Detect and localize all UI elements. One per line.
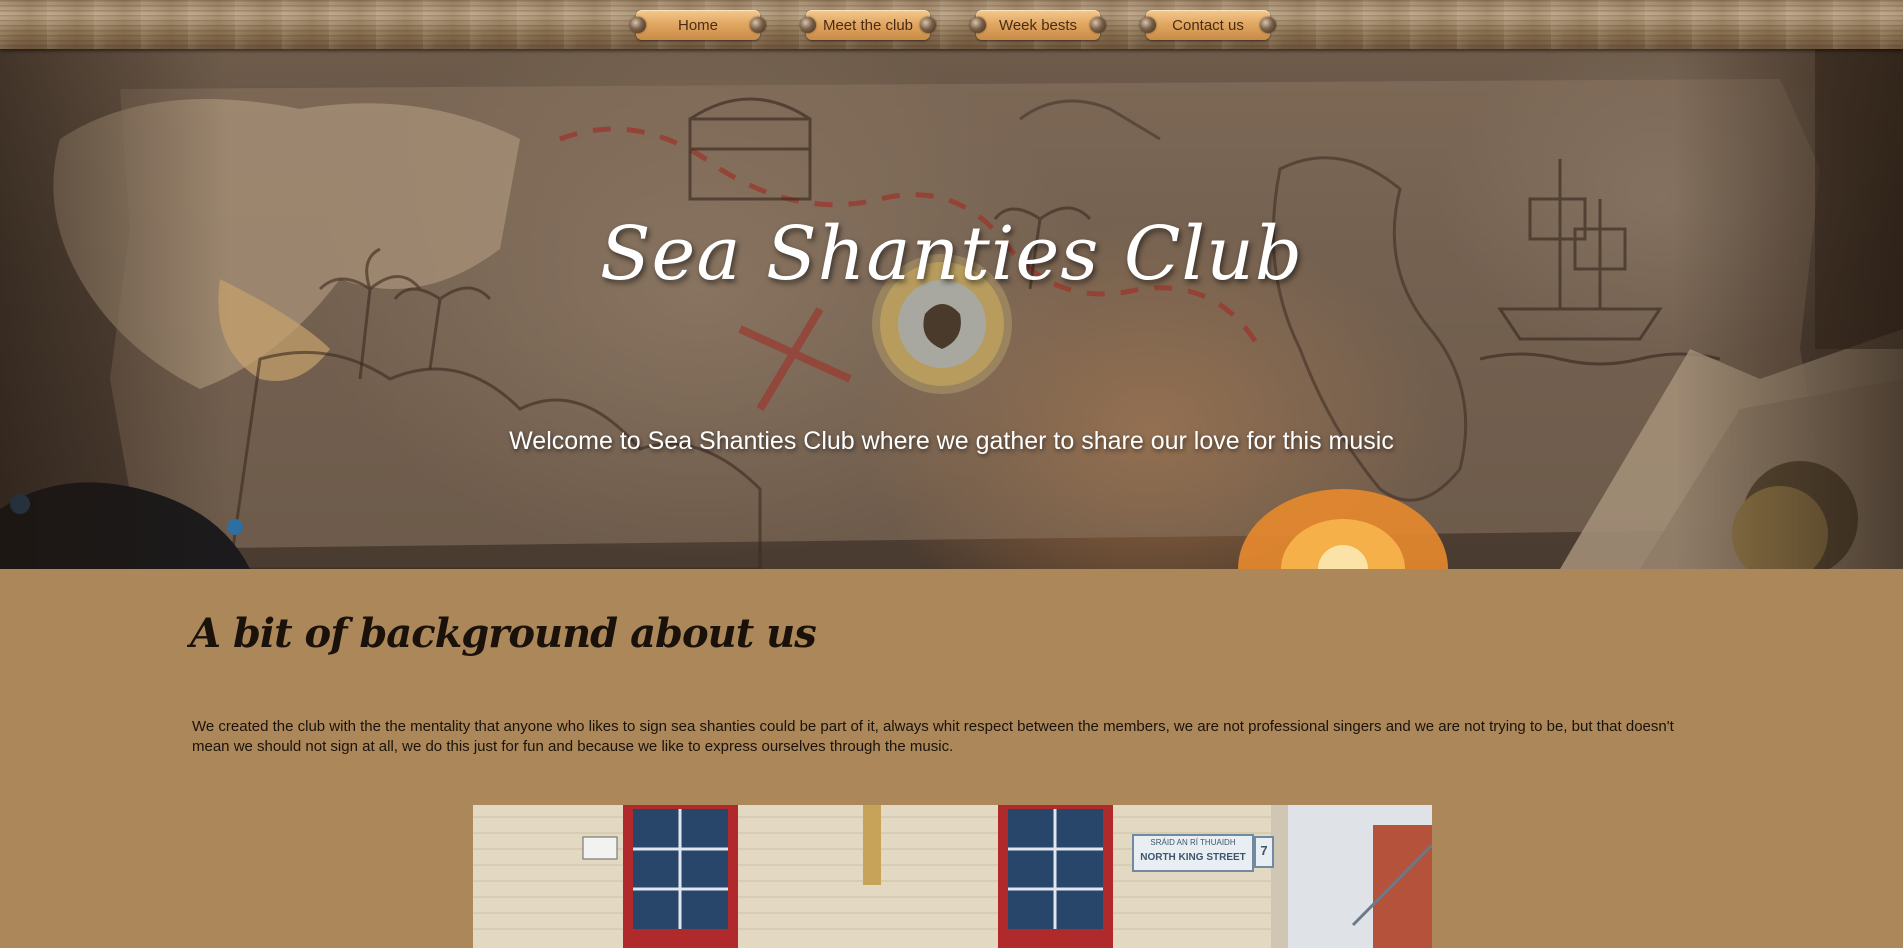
nav-item-label: Contact us xyxy=(1172,16,1244,34)
rivet-icon xyxy=(1090,17,1106,33)
hero-vignette xyxy=(0,49,1903,569)
nav-item-contact-us[interactable]: Contact us xyxy=(1140,10,1276,40)
nav-item-meet-the-club[interactable]: Meet the club xyxy=(800,10,936,40)
rivet-icon xyxy=(750,17,766,33)
street-sign-text-english: NORTH KING STREET xyxy=(1140,852,1246,863)
rivet-icon xyxy=(1260,17,1276,33)
rivet-icon xyxy=(630,17,646,33)
nav-item-label: Week bests xyxy=(998,16,1078,34)
nav-item-home[interactable]: Home xyxy=(630,10,766,40)
rivet-icon xyxy=(1140,17,1156,33)
rivet-icon xyxy=(970,17,986,33)
club-building-photo: SRÁID AN RÍ THUAIDH NORTH KING STREET 7 xyxy=(473,805,1432,948)
about-heading: A bit of background about us xyxy=(190,610,817,657)
about-text: We created the club with the the mentali… xyxy=(192,718,1674,755)
nav-item-label: Home xyxy=(677,16,718,34)
street-sign-number: 7 xyxy=(1260,843,1268,858)
hero-banner: Sea Shanties Club Welcome to Sea Shantie… xyxy=(0,49,1903,569)
rivet-icon xyxy=(920,17,936,33)
street-sign-text-irish: SRÁID AN RÍ THUAIDH xyxy=(1150,838,1236,847)
nav-menu: Home Meet the club Week bests Contact us xyxy=(0,10,1903,40)
rivet-icon xyxy=(800,17,816,33)
nav-item-label: Meet the club xyxy=(822,16,914,34)
hero-title: Sea Shanties Club xyxy=(599,211,1304,297)
top-navigation: Home Meet the club Week bests Contact us xyxy=(0,0,1903,49)
nav-item-week-bests[interactable]: Week bests xyxy=(970,10,1106,40)
page: Home Meet the club Week bests Contact us xyxy=(0,0,1903,948)
building-image xyxy=(473,805,1432,948)
hero-subtitle: Welcome to Sea Shanties Club where we ga… xyxy=(509,427,1394,455)
